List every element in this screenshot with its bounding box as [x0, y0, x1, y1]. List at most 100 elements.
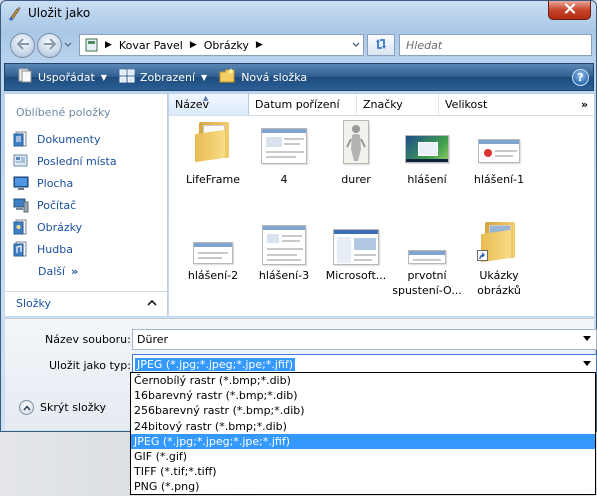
- dialog-thumbnail-icon: [408, 250, 446, 264]
- filetype-option[interactable]: TIFF (*.tif;*.tiff): [131, 464, 595, 479]
- breadcrumb-obrazky[interactable]: Obrázky: [204, 39, 249, 52]
- file-name: hlášení: [407, 173, 447, 186]
- column-name[interactable]: ▲ Název: [169, 94, 249, 115]
- breadcrumb-kovar-pavel[interactable]: Kovar Pavel: [119, 39, 183, 52]
- file-name: durer: [341, 173, 371, 186]
- column-label: Datum pořízení: [255, 98, 340, 111]
- column-tags[interactable]: Značky: [357, 94, 439, 115]
- close-button[interactable]: [548, 1, 591, 20]
- more-link[interactable]: Další »: [38, 260, 117, 282]
- recent-pages-dropdown[interactable]: [63, 39, 73, 49]
- filename-label: Název souboru:: [45, 333, 131, 346]
- organize-icon: [17, 68, 33, 86]
- file-name: 4: [280, 173, 288, 186]
- paint-brush-icon: [8, 6, 22, 21]
- dialog-thumbnail-icon: [478, 139, 520, 163]
- filetype-option[interactable]: 16barevný rastr (*.bmp;*.dib): [131, 388, 595, 403]
- arrow-left-icon: [16, 38, 30, 53]
- help-icon: ?: [577, 71, 584, 84]
- file-name: hlášení-3: [258, 269, 310, 282]
- desktop-icon: [13, 175, 29, 191]
- chevron-down-icon[interactable]: [348, 35, 363, 55]
- nav-item-computer[interactable]: Počítač: [13, 194, 117, 216]
- nav-item-recent-places[interactable]: Poslední místa: [13, 150, 117, 172]
- hide-folders-button[interactable]: Skrýt složky: [19, 400, 106, 415]
- forward-button[interactable]: [37, 33, 62, 58]
- column-label: Velikost: [445, 98, 488, 111]
- image-thumbnail-icon: [333, 229, 379, 265]
- chevron-right-icon[interactable]: ▶: [105, 40, 112, 50]
- column-headers: ▲ Název Datum pořízení Značky Velikost »: [169, 94, 594, 116]
- filetype-option[interactable]: 256barevný rastr (*.bmp;*.dib): [131, 403, 595, 418]
- chevron-down-icon: ▼: [100, 72, 107, 82]
- column-label: Značky: [363, 98, 403, 111]
- views-label: Zobrazení: [139, 70, 196, 84]
- file-name: prvotní spustení-O...: [392, 269, 462, 297]
- chevron-down-icon: ▼: [201, 72, 208, 82]
- organize-button[interactable]: Uspořádat ▼: [11, 64, 113, 90]
- file-name: Ukázky obrázků: [477, 269, 521, 297]
- views-button[interactable]: Zobrazení ▼: [113, 64, 213, 90]
- save-as-dialog: Uložit jako ▶ Kovar Pavel ▶ Obrázky ▶ Hl…: [0, 0, 597, 432]
- window-title: Uložit jako: [28, 6, 91, 20]
- file-name: hlášení-1: [473, 173, 525, 186]
- column-size[interactable]: Velikost: [439, 94, 559, 115]
- folders-toggle[interactable]: Složky: [5, 291, 167, 315]
- filetype-value: JPEG (*.jpg;*.jpeg;*.jpe;*.jfif): [135, 358, 296, 371]
- filetype-dropdown-list: Černobílý rastr (*.bmp;*.dib) 16barevný …: [130, 372, 596, 495]
- chevron-right-icon[interactable]: ▶: [190, 40, 197, 50]
- help-button[interactable]: ?: [572, 69, 589, 86]
- favorites-heading: Oblíbené položky: [16, 106, 111, 119]
- nav-item-label: Dokumenty: [37, 132, 101, 146]
- search-input[interactable]: Hledat: [399, 34, 592, 56]
- nav-item-label: Hudba: [37, 242, 73, 256]
- new-folder-label: Nová složka: [241, 70, 308, 84]
- filename-field[interactable]: Dürer: [132, 329, 597, 350]
- organize-label: Uspořádat: [38, 70, 95, 84]
- chevron-down-icon[interactable]: [583, 361, 591, 366]
- drawing-thumbnail-icon: [343, 120, 369, 164]
- nav-item-pictures[interactable]: Obrázky: [13, 216, 117, 238]
- filetype-label: Uložit jako typ:: [49, 359, 131, 372]
- filetype-option[interactable]: GIF (*.gif): [131, 449, 595, 464]
- dialog-thumbnail-icon: [193, 242, 233, 264]
- nav-item-label: Počítač: [37, 198, 77, 212]
- file-name: Microsoft...: [325, 269, 387, 282]
- address-row: ▶ Kovar Pavel ▶ Obrázky ▶ Hledat: [1, 29, 596, 61]
- file-name: LifeFrame: [185, 173, 241, 186]
- nav-item-label: Poslední místa: [37, 154, 117, 168]
- new-folder-button[interactable]: Nová složka: [213, 64, 313, 90]
- nav-item-documents[interactable]: Dokumenty: [13, 128, 117, 150]
- image-thumbnail-icon: [261, 128, 307, 164]
- recent-places-icon: [13, 153, 29, 169]
- filename-value: Dürer: [137, 333, 169, 346]
- back-button[interactable]: [10, 33, 35, 58]
- views-icon: [119, 69, 135, 86]
- refresh-icon: [373, 37, 389, 54]
- chevron-up-icon: [147, 297, 157, 310]
- nav-item-desktop[interactable]: Plocha: [13, 172, 117, 194]
- column-date-taken[interactable]: Datum pořízení: [249, 94, 357, 115]
- documents-icon: [13, 131, 29, 147]
- more-columns-icon[interactable]: »: [581, 98, 588, 111]
- chevron-right-icon[interactable]: ▶: [256, 40, 263, 50]
- nav-item-music[interactable]: Hudba: [13, 238, 117, 260]
- filetype-option[interactable]: 24bitový rastr (*.bmp;*.dib): [131, 419, 595, 434]
- address-bar[interactable]: ▶ Kovar Pavel ▶ Obrázky ▶: [79, 34, 364, 56]
- refresh-button[interactable]: [367, 34, 395, 56]
- title-bar: Uložit jako: [1, 1, 596, 27]
- shortcut-folder-icon: [477, 220, 517, 263]
- filetype-option[interactable]: Černobílý rastr (*.bmp;*.dib): [131, 373, 595, 388]
- image-thumbnail-icon: [262, 225, 306, 265]
- filetype-option[interactable]: PNG (*.png): [131, 479, 595, 494]
- computer-icon: [13, 197, 29, 213]
- chevron-up-icon: [19, 400, 34, 415]
- arrow-right-icon: [43, 38, 57, 53]
- chevron-down-icon[interactable]: [583, 336, 591, 341]
- file-name: hlášení-2: [187, 269, 239, 282]
- favorites-list: Dokumenty Poslední místa Plocha Počítač: [13, 128, 117, 282]
- search-placeholder: Hledat: [406, 38, 443, 52]
- filetype-option-selected[interactable]: JPEG (*.jpg;*.jpeg;*.jpe;*.jfif): [131, 433, 595, 449]
- music-icon: [13, 241, 29, 257]
- command-toolbar: Uspořádat ▼ Zobrazení ▼ Nová složka ?: [4, 63, 594, 91]
